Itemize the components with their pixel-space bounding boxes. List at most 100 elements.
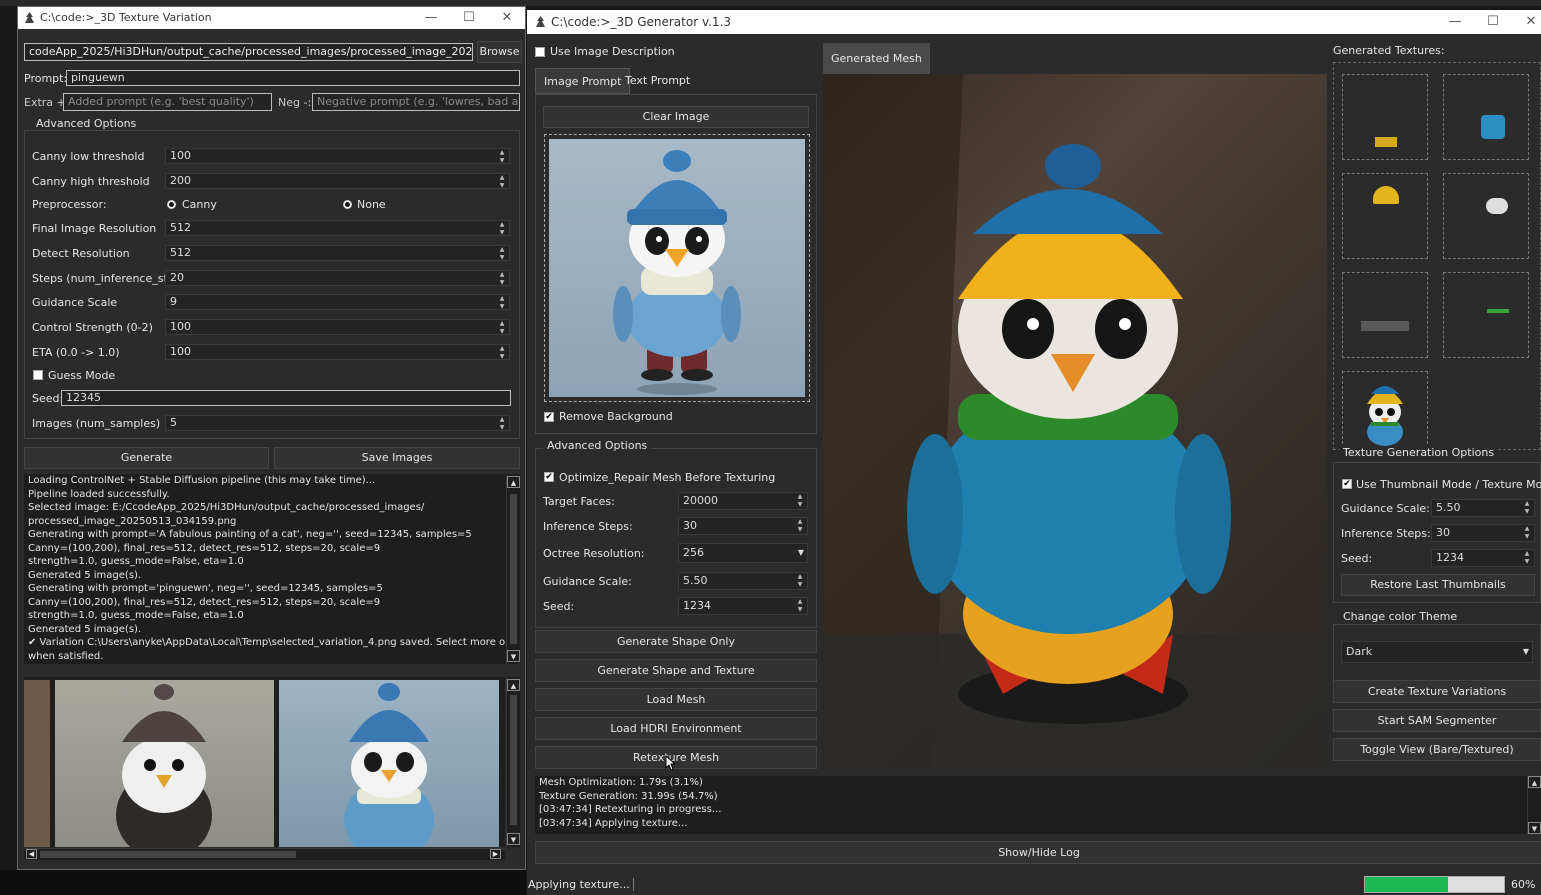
scroll-right-icon[interactable]: ▶ xyxy=(490,849,501,859)
detect-res-spinbox[interactable]: 512 ▲ ▼ xyxy=(165,245,510,261)
mesh-viewport[interactable] xyxy=(823,74,1327,768)
browse-button[interactable]: Browse xyxy=(477,41,522,63)
variation-image-partial[interactable] xyxy=(24,680,50,847)
minimize-icon[interactable]: — xyxy=(413,7,449,29)
spin-arrows-icon[interactable]: ▲ ▼ xyxy=(495,271,509,285)
spin-arrows-icon[interactable]: ▲ ▼ xyxy=(793,598,807,614)
right-titlebar[interactable]: C:\code:>_3D Generator v.1.3 — ☐ ✕ xyxy=(527,10,1541,34)
canny-high-spinbox[interactable]: 200 ▲ ▼ xyxy=(165,173,510,189)
left-titlebar[interactable]: C:\code:>_3D Texture Variation — ☐ ✕ xyxy=(18,7,525,29)
start-sam-segmenter-button[interactable]: Start SAM Segmenter xyxy=(1333,709,1541,732)
generate-shape-texture-button[interactable]: Generate Shape and Texture xyxy=(535,659,817,682)
scroll-thumb[interactable] xyxy=(510,494,517,644)
target-faces-spinbox[interactable]: 20000 ▲ ▼ xyxy=(678,492,808,510)
spin-arrows-icon[interactable]: ▲ ▼ xyxy=(1520,500,1534,516)
tab-generated-mesh[interactable]: Generated Mesh xyxy=(823,43,930,74)
use-image-desc-checkbox[interactable] xyxy=(535,47,545,57)
eta-spinbox[interactable]: 100 ▲ ▼ xyxy=(165,344,510,360)
extra-prompt-input[interactable]: Added prompt (e.g. 'best quality') xyxy=(63,93,272,111)
negative-prompt-input[interactable]: Negative prompt (e.g. 'lowres, bad anato… xyxy=(312,93,520,111)
inference-steps-spinbox[interactable]: 30 ▲ ▼ xyxy=(678,517,808,535)
spin-arrows-icon[interactable]: ▲ ▼ xyxy=(495,416,509,430)
scroll-down-icon[interactable]: ▼ xyxy=(1528,822,1541,834)
scroll-up-icon[interactable]: ▲ xyxy=(507,476,520,488)
spin-arrows-icon[interactable]: ▲ ▼ xyxy=(495,149,509,163)
create-texture-variations-button[interactable]: Create Texture Variations xyxy=(1333,680,1541,703)
remove-background-checkbox[interactable]: ✔ xyxy=(544,412,554,422)
radio-none[interactable] xyxy=(343,200,352,209)
octree-resolution-select[interactable]: 256 ▼ xyxy=(678,543,808,563)
seed-input[interactable]: 12345 xyxy=(61,390,511,406)
spin-arrows-icon[interactable]: ▲ ▼ xyxy=(1520,525,1534,541)
texture-thumb-7[interactable] xyxy=(1342,371,1428,449)
close-icon[interactable]: ✕ xyxy=(489,7,525,29)
variation-image-2[interactable] xyxy=(279,680,499,847)
load-hdri-button[interactable]: Load HDRI Environment xyxy=(535,717,817,740)
texture-thumb-3[interactable] xyxy=(1342,173,1428,259)
clear-image-button[interactable]: Clear Image xyxy=(543,106,809,128)
generate-shape-only-button[interactable]: Generate Shape Only xyxy=(535,630,817,653)
restore-thumbnails-button[interactable]: Restore Last Thumbnails xyxy=(1341,574,1535,596)
scroll-down-icon[interactable]: ▼ xyxy=(507,833,520,845)
color-theme-select[interactable]: Dark ▼ xyxy=(1341,641,1533,663)
optimize-mesh-checkbox[interactable]: ✔ xyxy=(544,472,554,482)
log-scrollbar[interactable]: ▲ ▼ xyxy=(506,474,520,664)
spin-arrows-icon[interactable]: ▲ ▼ xyxy=(495,221,509,235)
tex-guidance-spinbox[interactable]: 5.50 ▲ ▼ xyxy=(1431,499,1535,517)
scroll-up-icon[interactable]: ▲ xyxy=(1528,776,1541,788)
final-res-spinbox[interactable]: 512 ▲ ▼ xyxy=(165,220,510,236)
toggle-view-button[interactable]: Toggle View (Bare/Textured) xyxy=(1333,738,1541,761)
minimize-icon[interactable]: — xyxy=(1437,10,1473,32)
scroll-thumb[interactable] xyxy=(510,695,517,825)
chevron-down-icon[interactable]: ▼ xyxy=(798,544,804,562)
maximize-icon[interactable]: ☐ xyxy=(1475,10,1511,32)
spin-arrows-icon[interactable]: ▲ ▼ xyxy=(495,345,509,359)
mesh-seed-spinbox[interactable]: 1234 ▲ ▼ xyxy=(678,597,808,615)
texture-options-title: Texture Generation Options xyxy=(1339,446,1499,459)
save-images-button[interactable]: Save Images xyxy=(274,447,520,469)
close-icon[interactable]: ✕ xyxy=(1513,10,1541,32)
spin-arrows-icon[interactable]: ▲ ▼ xyxy=(793,573,807,589)
spin-arrows-icon[interactable]: ▲ ▼ xyxy=(1520,550,1534,566)
guess-mode-checkbox[interactable] xyxy=(33,370,43,380)
show-hide-log-button[interactable]: Show/Hide Log xyxy=(535,841,1541,864)
steps-spinbox[interactable]: 20 ▲ ▼ xyxy=(165,270,510,286)
maximize-icon[interactable]: ☐ xyxy=(451,7,487,29)
scroll-down-icon[interactable]: ▼ xyxy=(507,650,520,662)
texture-thumb-2[interactable] xyxy=(1443,74,1529,160)
variation-image-1[interactable] xyxy=(55,680,274,847)
spin-arrows-icon[interactable]: ▲ ▼ xyxy=(495,174,509,188)
num-samples-spinbox[interactable]: 5 ▲ ▼ xyxy=(165,415,510,431)
generate-button[interactable]: Generate xyxy=(24,447,269,469)
mesh-guidance-spinbox[interactable]: 5.50 ▲ ▼ xyxy=(678,572,808,590)
thumbnail-mode-checkbox[interactable]: ✔ xyxy=(1342,479,1352,489)
tab-text-prompt[interactable]: Text Prompt xyxy=(617,68,698,94)
canny-low-spinbox[interactable]: 100 ▲ ▼ xyxy=(165,148,510,164)
texture-thumb-5[interactable] xyxy=(1342,272,1428,358)
control-strength-spinbox[interactable]: 100 ▲ ▼ xyxy=(165,319,510,335)
input-image-dropzone[interactable] xyxy=(544,134,810,402)
tex-seed-spinbox[interactable]: 1234 ▲ ▼ xyxy=(1431,549,1535,567)
chevron-down-icon[interactable]: ▼ xyxy=(1523,642,1529,662)
prompt-input[interactable]: pinguewn xyxy=(66,70,520,86)
spin-arrows-icon[interactable]: ▲ ▼ xyxy=(495,246,509,260)
generator-log-scrollbar[interactable]: ▲ ▼ xyxy=(1527,776,1541,834)
load-mesh-button[interactable]: Load Mesh xyxy=(535,688,817,711)
radio-canny[interactable] xyxy=(167,200,176,209)
texture-thumb-4[interactable] xyxy=(1443,173,1529,259)
scroll-left-icon[interactable]: ◀ xyxy=(26,849,37,859)
texture-thumb-1[interactable] xyxy=(1342,74,1428,160)
image-path-field[interactable]: codeApp_2025/Hi3DHun/output_cache/proces… xyxy=(24,43,473,61)
spin-arrows-icon[interactable]: ▲ ▼ xyxy=(793,518,807,534)
texture-thumb-6[interactable] xyxy=(1443,272,1529,358)
gallery-vscrollbar[interactable]: ▲ ▼ xyxy=(506,677,520,847)
guidance-spinbox[interactable]: 9 ▲ ▼ xyxy=(165,294,510,310)
gallery-hscrollbar[interactable]: ◀ ▶ xyxy=(24,848,505,860)
tex-steps-spinbox[interactable]: 30 ▲ ▼ xyxy=(1431,524,1535,542)
scroll-thumb[interactable] xyxy=(40,851,296,858)
spin-arrows-icon[interactable]: ▲ ▼ xyxy=(495,295,509,309)
retexture-mesh-button[interactable]: Retexture Mesh xyxy=(535,746,817,769)
spin-arrows-icon[interactable]: ▲ ▼ xyxy=(793,493,807,509)
scroll-up-icon[interactable]: ▲ xyxy=(507,679,520,691)
spin-arrows-icon[interactable]: ▲ ▼ xyxy=(495,320,509,334)
